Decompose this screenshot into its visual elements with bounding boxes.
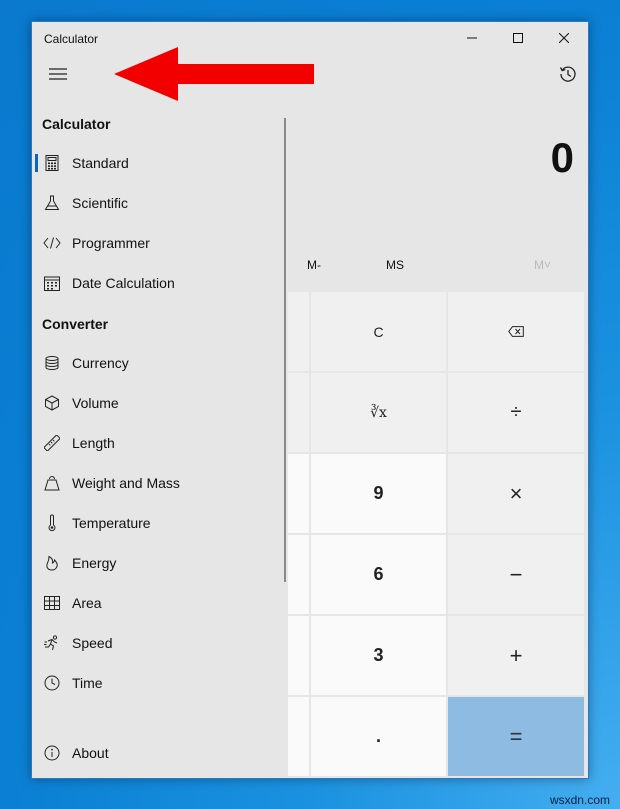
calculator-icon <box>42 153 62 173</box>
maximize-button[interactable] <box>495 22 541 54</box>
close-icon <box>559 33 569 43</box>
backspace-button[interactable] <box>448 292 584 371</box>
nav-item-area[interactable]: Area <box>32 583 280 623</box>
nav-item-energy[interactable]: Energy <box>32 543 280 583</box>
grid-icon <box>42 593 62 613</box>
minimize-button[interactable] <box>449 22 495 54</box>
cube-root-button[interactable]: ∛x <box>311 373 446 452</box>
nav-item-label: Temperature <box>72 515 151 531</box>
nav-item-label: Scientific <box>72 195 129 211</box>
calculator-section-header: Calculator <box>42 116 111 132</box>
nav-item-standard[interactable]: Standard <box>32 143 280 183</box>
cube-icon <box>42 393 62 413</box>
nav-item-label: Date Calculation <box>72 275 175 291</box>
maximize-icon <box>513 33 523 43</box>
navigation-menu-button[interactable] <box>38 58 78 90</box>
navigation-pane: Calculator Standard Scientific Programme… <box>32 104 288 778</box>
key-partial[interactable] <box>288 373 309 452</box>
digit-9-button[interactable]: 9 <box>311 454 446 533</box>
selection-indicator <box>35 154 38 172</box>
info-icon <box>42 743 62 763</box>
nav-item-label: Volume <box>72 395 119 411</box>
flask-icon <box>42 193 62 213</box>
weight-icon <box>42 473 62 493</box>
divide-button[interactable]: ÷ <box>448 373 584 452</box>
about-label: About <box>72 745 109 761</box>
runner-icon <box>42 633 62 653</box>
nav-item-volume[interactable]: Volume <box>32 383 280 423</box>
nav-item-label: Standard <box>72 155 129 171</box>
nav-item-date-calculation[interactable]: Date Calculation <box>32 263 280 303</box>
hamburger-icon <box>49 68 67 80</box>
nav-item-speed[interactable]: Speed <box>32 623 280 663</box>
decimal-point-button[interactable]: . <box>311 697 446 776</box>
memory-list-button[interactable]: M˅ <box>534 258 551 272</box>
digit-6-button[interactable]: 6 <box>311 535 446 614</box>
calendar-icon <box>42 273 62 293</box>
watermark-text: wsxdn.com <box>549 793 610 807</box>
nav-item-length[interactable]: Length <box>32 423 280 463</box>
key-partial[interactable] <box>288 292 309 371</box>
subtract-button[interactable]: − <box>448 535 584 614</box>
result-display: 0 <box>550 134 574 181</box>
thermometer-icon <box>42 513 62 533</box>
add-button[interactable]: + <box>448 616 584 695</box>
multiply-button[interactable]: × <box>448 454 584 533</box>
minimize-icon <box>467 37 477 39</box>
memory-subtract-button[interactable]: M- <box>307 258 321 272</box>
nav-item-label: Energy <box>72 555 117 571</box>
history-button[interactable] <box>550 58 586 90</box>
nav-item-label: Length <box>72 435 115 451</box>
nav-item-label: Area <box>72 595 102 611</box>
window-title: Calculator <box>44 32 99 46</box>
memory-row: M- MS M˅ <box>288 254 588 276</box>
flame-icon <box>42 553 62 573</box>
nav-item-time[interactable]: Time <box>32 663 280 703</box>
annotation-arrow-icon <box>114 47 314 101</box>
digit-3-button[interactable]: 3 <box>311 616 446 695</box>
nav-item-label: Weight and Mass <box>72 475 180 491</box>
code-icon <box>42 233 62 253</box>
history-icon <box>559 66 576 82</box>
nav-item-currency[interactable]: Currency <box>32 343 280 383</box>
clear-button[interactable]: C <box>311 292 446 371</box>
key-partial[interactable] <box>288 697 309 776</box>
nav-item-label: Programmer <box>72 235 150 251</box>
backspace-icon <box>508 326 524 337</box>
key-partial[interactable] <box>288 535 309 614</box>
calculator-window: Calculator 0 M- MS M˅ C ∛x 9 6 3 . ÷ × −… <box>31 21 589 779</box>
key-partial[interactable] <box>288 454 309 533</box>
clock-icon <box>42 673 62 693</box>
nav-item-scientific[interactable]: Scientific <box>32 183 280 223</box>
nav-item-about[interactable]: About <box>32 733 280 773</box>
nav-item-programmer[interactable]: Programmer <box>32 223 280 263</box>
close-button[interactable] <box>541 22 587 54</box>
nav-item-temperature[interactable]: Temperature <box>32 503 280 543</box>
equals-button[interactable]: = <box>448 697 584 776</box>
key-partial[interactable] <box>288 616 309 695</box>
nav-item-label: Currency <box>72 355 129 371</box>
coins-icon <box>42 353 62 373</box>
memory-store-button[interactable]: MS <box>386 258 404 272</box>
nav-item-label: Speed <box>72 635 113 651</box>
keypad: C ∛x 9 6 3 . ÷ × − + = <box>288 292 588 778</box>
nav-item-weight-and-mass[interactable]: Weight and Mass <box>32 463 280 503</box>
ruler-icon <box>42 433 62 453</box>
nav-scrollbar[interactable] <box>284 118 286 582</box>
nav-item-label: Time <box>72 675 103 691</box>
converter-section-header: Converter <box>42 316 109 332</box>
